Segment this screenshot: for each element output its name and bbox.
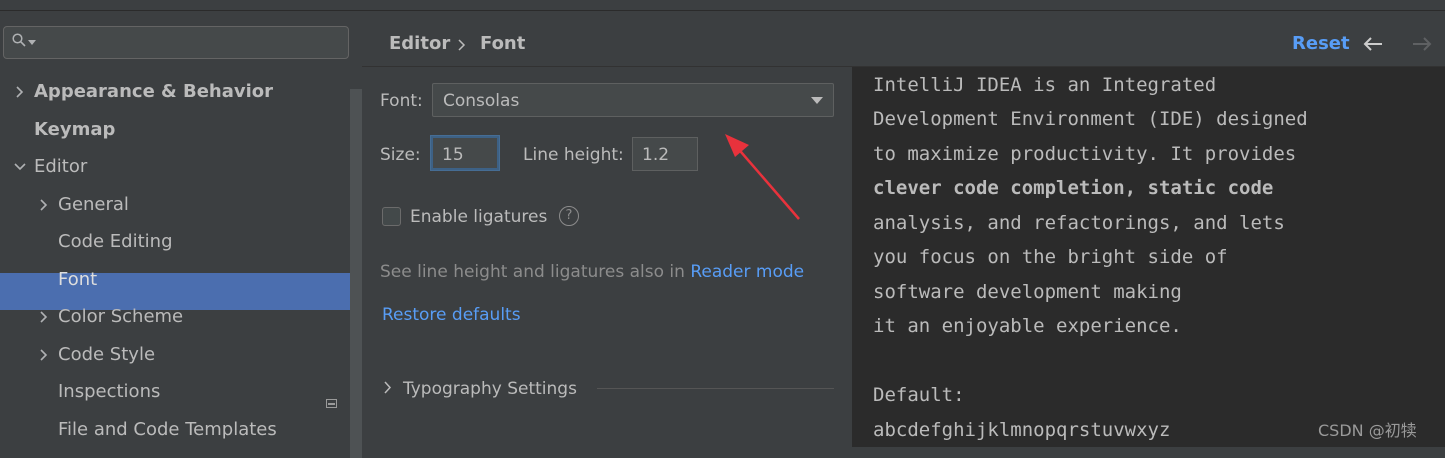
sidebar-item-code-editing[interactable]: Code Editing — [58, 223, 173, 261]
sidebar-item-label: Code Style — [58, 344, 156, 365]
sidebar-item-editor[interactable]: Editor — [14, 148, 87, 186]
chevron-right-icon — [16, 86, 24, 98]
settings-sidebar: Appearance & Behavior Keymap Editor Gene… — [0, 11, 362, 458]
line-height-input-value: 1.2 — [642, 145, 670, 165]
preview-line-1: IntelliJ IDEA is an Integrated — [873, 74, 1216, 96]
preview-line-3: to maximize productivity. It provides — [873, 143, 1296, 165]
sidebar-item-general[interactable]: General — [38, 186, 129, 224]
line-height-input[interactable]: 1.2 — [632, 137, 698, 171]
sidebar-item-label: Color Scheme — [58, 306, 184, 327]
arrow-right-icon[interactable] — [1412, 37, 1432, 51]
annotation-arrow-icon — [725, 134, 800, 220]
dropdown-arrow-icon — [811, 97, 823, 104]
preview-text: you focus on the bright side of — [873, 246, 1228, 268]
font-combobox[interactable]: Consolas — [432, 83, 834, 117]
preview-line-4: clever code completion, static code — [873, 177, 1273, 199]
chevron-right-icon — [40, 311, 48, 323]
help-icon[interactable]: ? — [559, 206, 579, 226]
preview-line-8: it an enjoyable experience. — [873, 315, 1182, 337]
line-height-label: Line height: — [523, 145, 624, 165]
preview-line-2: Development Environment (IDE) designed — [873, 108, 1308, 130]
preview-line-5: analysis, and refactorings, and lets — [873, 212, 1285, 234]
preview-text: IntelliJ IDEA is an Integrated — [873, 74, 1217, 96]
preview-text: Default: — [873, 384, 965, 406]
reader-mode-link[interactable]: Reader mode — [690, 262, 804, 282]
project-settings-icon — [326, 399, 337, 408]
font-label: Font: — [380, 91, 423, 111]
typography-settings-toggle[interactable]: Typography Settings — [403, 379, 577, 399]
sidebar-item-appearance[interactable]: Appearance & Behavior — [14, 73, 273, 111]
sidebar-item-label: Editor — [34, 156, 88, 177]
preview-text: abcdefghijklmnopqrstuvwxyz — [873, 419, 1171, 441]
breadcrumb-font: Font — [480, 33, 526, 54]
reset-button[interactable]: Reset — [1292, 33, 1350, 54]
size-input[interactable]: 15 — [431, 136, 499, 170]
hint-text-label: See line height and ligatures also in — [380, 262, 685, 282]
size-label: Size: — [380, 145, 421, 165]
sidebar-item-label: File and Code Templates — [58, 419, 277, 440]
preview-line-7: software development making — [873, 281, 1182, 303]
preview-line-6: you focus on the bright side of — [873, 246, 1228, 268]
sidebar-item-font[interactable]: Font — [58, 261, 97, 299]
sidebar-item-label: Font — [58, 269, 98, 290]
chevron-right-icon — [40, 349, 48, 361]
sidebar-item-label: Appearance & Behavior — [34, 81, 274, 102]
font-settings-panel: Font: Consolas Size: 15 Line height: 1.2… — [362, 67, 852, 447]
restore-defaults-link[interactable]: Restore defaults — [382, 305, 521, 325]
sidebar-item-label: Code Editing — [58, 231, 173, 252]
size-input-value: 15 — [442, 145, 464, 165]
breadcrumb-separator-icon — [458, 39, 466, 51]
sidebar-item-label: Inspections — [58, 381, 161, 402]
sidebar-item-file-code-templates[interactable]: File and Code Templates — [58, 411, 277, 449]
enable-ligatures-label[interactable]: Enable ligatures — [410, 207, 547, 227]
watermark-text: CSDN @初犊 — [1318, 421, 1417, 440]
preview-text: Development Environment (IDE) designed — [873, 108, 1308, 130]
sidebar-scrollbar[interactable] — [350, 89, 362, 458]
preview-text: to maximize productivity. It provides — [873, 143, 1297, 165]
arrow-left-icon[interactable] — [1363, 37, 1383, 51]
preview-line-11: abcdefghijklmnopqrstuvwxyz — [873, 419, 1170, 441]
sidebar-item-keymap[interactable]: Keymap — [34, 111, 115, 149]
sidebar-item-label: Keymap — [34, 119, 116, 140]
preview-line-10: Default: — [873, 384, 965, 406]
breadcrumb-editor[interactable]: Editor — [389, 33, 450, 54]
search-history-chevron-icon[interactable] — [28, 40, 36, 45]
sidebar-item-label: General — [58, 194, 129, 215]
preview-text: it an enjoyable experience. — [873, 315, 1182, 337]
chevron-right-icon — [384, 381, 392, 394]
sidebar-item-inspections[interactable]: Inspections — [58, 373, 160, 411]
settings-header: Editor Font Reset — [362, 11, 1445, 67]
preview-text: analysis, and refactorings, and lets — [873, 212, 1285, 234]
enable-ligatures-checkbox[interactable] — [382, 207, 401, 226]
font-combobox-value: Consolas — [443, 91, 520, 111]
search-input[interactable] — [3, 26, 349, 59]
window-top-bar — [0, 0, 1445, 11]
chevron-right-icon — [40, 199, 48, 211]
sidebar-item-code-style[interactable]: Code Style — [38, 336, 155, 374]
preview-text: clever code completion, static code — [873, 177, 1274, 199]
font-preview-editor[interactable]: IntelliJ IDEA is an Integrated Developme… — [852, 67, 1445, 447]
search-icon — [12, 33, 26, 47]
preview-text: software development making — [873, 281, 1182, 303]
sidebar-item-color-scheme[interactable]: Color Scheme — [38, 298, 183, 336]
chevron-down-icon — [14, 163, 26, 171]
hint-text: See line height and ligatures also in Re… — [380, 262, 804, 282]
section-divider — [597, 388, 834, 389]
